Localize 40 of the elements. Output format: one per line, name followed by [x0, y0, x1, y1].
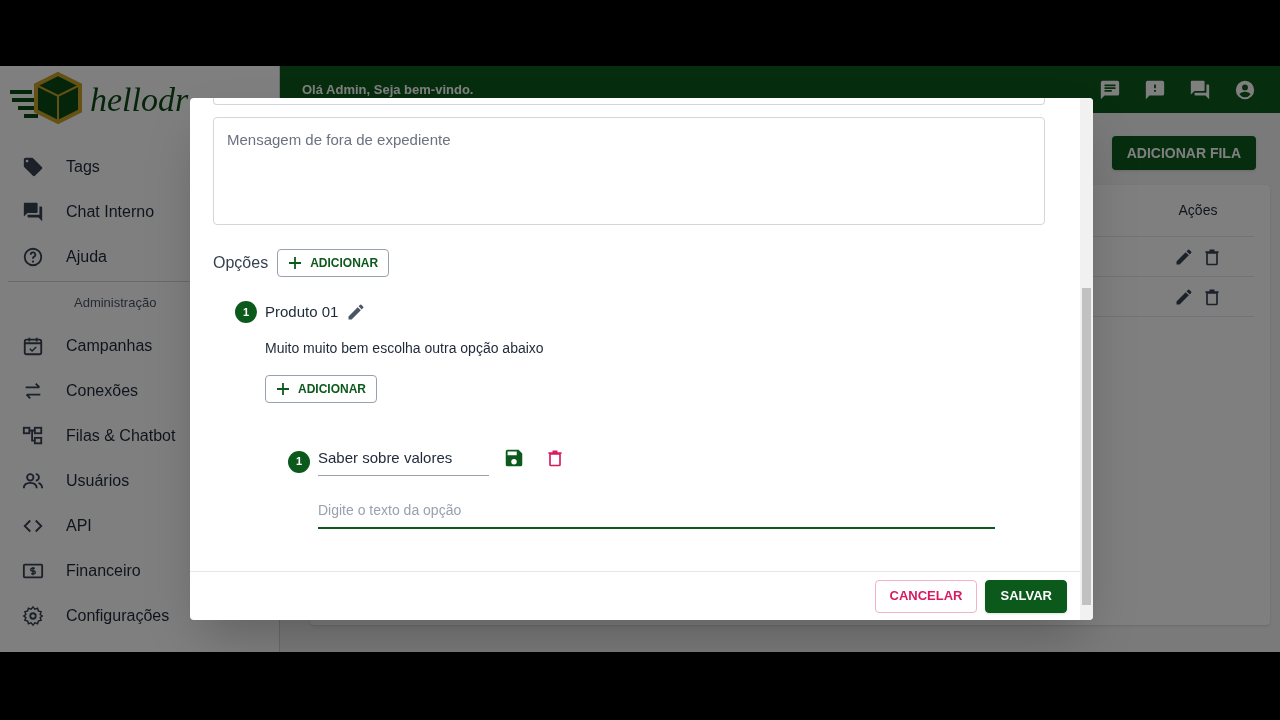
sidebar-item[interactable]: Financeiro: [0, 548, 279, 593]
add-button[interactable]: ADICIONAR: [265, 374, 377, 403]
message-icon[interactable]: [1099, 78, 1121, 101]
plus-icon: [288, 256, 303, 270]
section-heading: Administração: [74, 293, 157, 312]
help-icon: [22, 245, 44, 268]
alert-icon[interactable]: [1144, 78, 1166, 101]
option-text-field[interactable]: Digite o texto da opção: [318, 498, 995, 529]
add-button[interactable]: ADICIONAR: [277, 249, 390, 277]
chat-icon: [22, 200, 44, 223]
edit-icon[interactable]: [1174, 246, 1194, 267]
cancel-button[interactable]: CANCELAR: [874, 579, 978, 613]
settings-icon: [22, 604, 44, 627]
placeholder-text: Mensagem de fora de expediente: [227, 131, 451, 148]
chat-icon[interactable]: [1189, 78, 1211, 101]
tag-icon: [22, 155, 44, 178]
scrollbar-thumb[interactable]: [1082, 288, 1091, 605]
number-badge: 1: [235, 301, 257, 324]
greeting-text: Olá Admin, Seja bem-vindo.: [302, 80, 475, 99]
option-message: Muito muito bem escolha outra opção abaixo: [265, 338, 545, 358]
placeholder-text: Digite o texto da opção: [318, 500, 462, 520]
number-badge: 1: [288, 450, 310, 473]
sidebar-item[interactable]: Usuários: [0, 458, 279, 503]
input-field[interactable]: [213, 98, 1045, 105]
save-button[interactable]: SALVAR: [985, 579, 1067, 613]
options-label: Opções: [213, 253, 269, 273]
sidebar-item[interactable]: Filas & Chatbot: [0, 413, 279, 458]
edit-icon[interactable]: [1174, 286, 1194, 307]
option-title: Produto 01: [265, 302, 339, 322]
title-field[interactable]: Saber sobre valores: [318, 447, 489, 476]
add-queue-button[interactable]: ADICIONAR FILA: [1111, 136, 1256, 170]
scrollbar[interactable]: [1080, 98, 1093, 620]
account-icon[interactable]: [1234, 78, 1256, 101]
plus-icon: [276, 381, 290, 396]
message-textarea[interactable]: Mensagem de fora de expediente: [213, 117, 1045, 225]
flowchart-icon: [22, 424, 44, 447]
sidebar-item[interactable]: API: [0, 503, 279, 548]
sidebar-item[interactable]: Configurações: [0, 593, 279, 638]
column-header: Ações: [1177, 201, 1219, 220]
logo-text: hellodr: [90, 80, 189, 120]
